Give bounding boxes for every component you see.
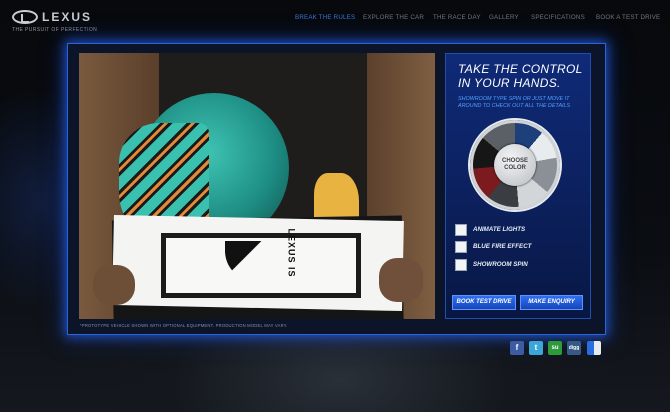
nav-item-specifications[interactable]: SPECIFICATIONS xyxy=(531,14,585,21)
nav-item-gallery[interactable]: GALLERY xyxy=(489,14,519,21)
twitter-icon[interactable]: t xyxy=(529,341,543,355)
lexus-emblem-icon xyxy=(12,10,38,24)
brand-tagline: THE PURSUIT OF PERFECTION xyxy=(12,27,98,33)
animate-lights-label: ANIMATE LIGHTS xyxy=(473,226,526,233)
blue-fire-effect-checkbox[interactable] xyxy=(455,241,467,253)
digg-icon[interactable]: digg xyxy=(567,341,581,355)
showroom-spin-checkbox[interactable] xyxy=(455,259,467,271)
panel-subtitle: SHOWROOM TYPE SPIN OR JUST MOVE IT AROUN… xyxy=(458,96,571,109)
color-wheel-label: CHOOSE COLOR xyxy=(501,158,528,171)
stumbleupon-icon[interactable]: su xyxy=(548,341,562,355)
left-hand xyxy=(93,265,135,305)
make-enquiry-button[interactable]: MAKE ENQUIRY xyxy=(520,295,583,310)
nav-item-explore-the-car[interactable]: EXPLORE THE CAR xyxy=(363,14,424,21)
nav-item-break-the-rules[interactable]: BREAK THE RULES xyxy=(295,14,355,21)
blue-fire-effect-label: BLUE FIRE EFFECT xyxy=(473,243,532,250)
right-hand xyxy=(379,258,423,302)
book-test-drive-button[interactable]: BOOK TEST DRIVE xyxy=(452,295,516,310)
brand-name: LEXUS xyxy=(42,10,93,24)
showroom-spin-label: SHOWROOM SPIN xyxy=(473,261,528,268)
webcam-view[interactable]: LEXUS IS xyxy=(79,53,435,319)
animate-lights-checkbox[interactable] xyxy=(455,224,467,236)
delicious-icon[interactable] xyxy=(587,341,601,355)
nav-item-the-race-day[interactable]: THE RACE DAY xyxy=(433,14,481,21)
disclaimer-text: *PROTOTYPE VEHICLE SHOWN WITH OPTIONAL E… xyxy=(80,323,288,328)
panel-title: TAKE THE CONTROL IN YOUR HANDS. xyxy=(458,62,583,90)
facebook-icon[interactable]: f xyxy=(510,341,524,355)
nav-item-book-a-test-drive[interactable]: BOOK A TEST DRIVE xyxy=(596,14,660,21)
main-nav: BREAK THE RULES EXPLORE THE CAR THE RACE… xyxy=(295,14,660,26)
marker-text: LEXUS IS xyxy=(286,228,297,278)
